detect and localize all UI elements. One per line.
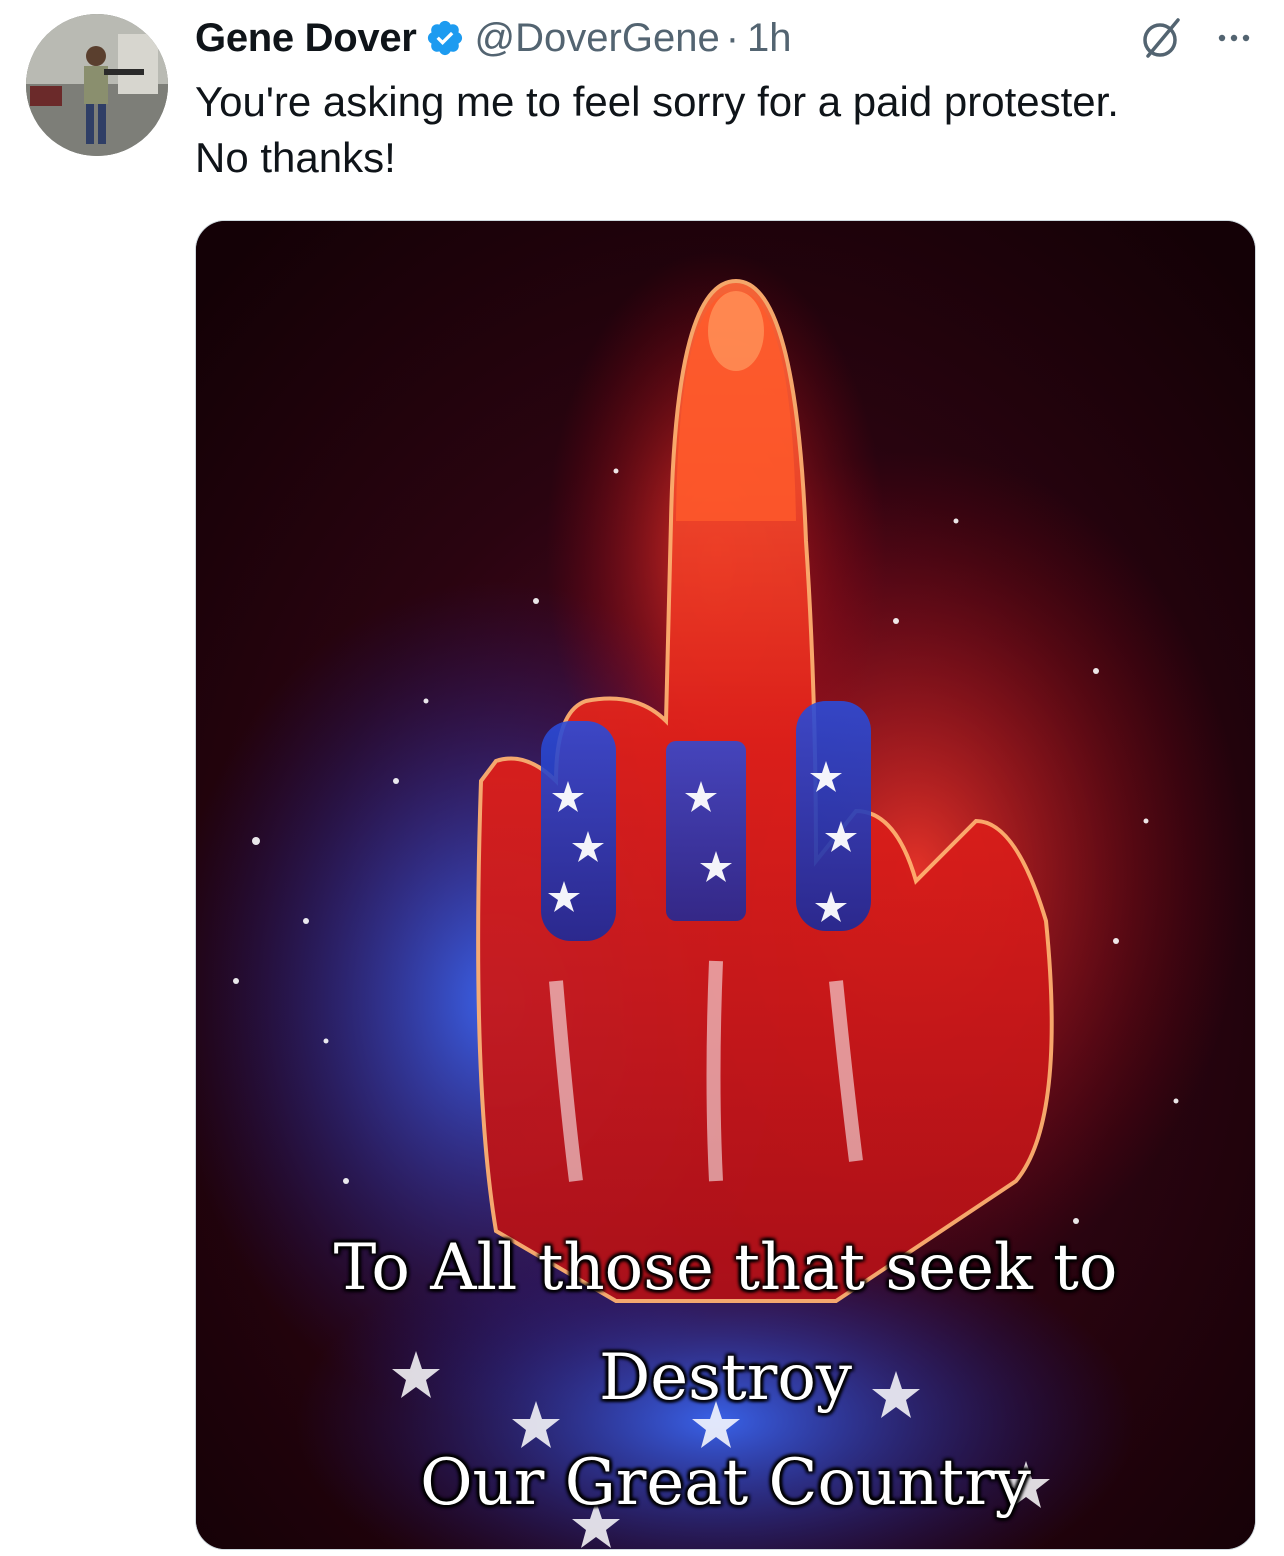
author-handle[interactable]: @DoverGene: [475, 16, 720, 61]
header-actions: [1140, 10, 1254, 66]
tweet-media-image[interactable]: To All those that seek to Destroy Our Gr…: [195, 220, 1256, 1550]
separator-dot: ·: [725, 15, 740, 60]
avatar[interactable]: [26, 14, 168, 156]
grok-icon[interactable]: [1140, 16, 1184, 60]
tweet-text: You're asking me to feel sorry for a pai…: [195, 78, 1119, 181]
image-caption-line-1: To All those that seek to: [333, 1231, 1118, 1305]
image-caption-line-3: Our Great Country: [420, 1446, 1031, 1520]
image-caption-line-2: Destroy: [598, 1341, 853, 1415]
display-name[interactable]: Gene Dover: [195, 16, 417, 61]
more-icon[interactable]: [1214, 18, 1254, 58]
tweet[interactable]: Gene Dover @DoverGene · 1h You're asking…: [0, 0, 1284, 1556]
tweet-header: Gene Dover @DoverGene · 1h: [195, 10, 1254, 66]
timestamp[interactable]: 1h: [747, 16, 792, 61]
verified-badge-icon[interactable]: [425, 18, 465, 58]
